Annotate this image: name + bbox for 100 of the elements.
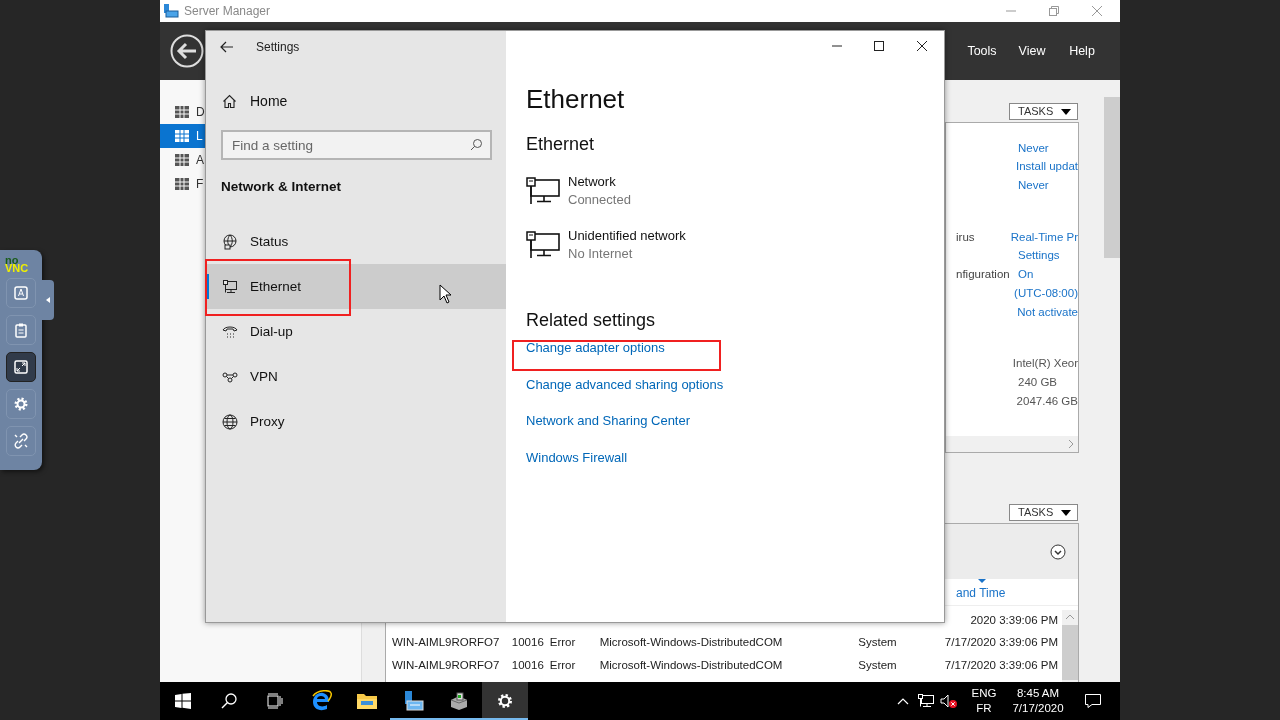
property-label: nfiguration	[956, 268, 1010, 281]
property-link[interactable]: On	[1018, 266, 1034, 284]
nav-item[interactable]: L	[160, 124, 205, 148]
home-link[interactable]: Home	[206, 85, 506, 117]
page-title: Ethernet	[526, 83, 626, 115]
network-item[interactable]: Unidentified network No Internet	[526, 225, 944, 265]
monitor-icon	[526, 177, 560, 205]
link[interactable]: Windows Firewall	[526, 447, 628, 467]
expand-icon[interactable]	[1050, 543, 1066, 560]
server-icon	[163, 3, 179, 19]
property-value: 2047.46 GB	[1016, 393, 1078, 409]
table-cell: Microsoft-Windows-DistributedCOM	[599, 659, 783, 672]
property-value: 240 GB	[1018, 374, 1057, 390]
selection-indicator	[206, 274, 209, 300]
table-cell: WIN-AIML9RORFO7	[392, 636, 500, 649]
tasks-button[interactable]: TASKS	[1009, 504, 1078, 521]
disconnect-icon	[13, 433, 29, 449]
table-cell: WIN-AIML9RORFO7	[392, 659, 500, 672]
table-cell: Error	[549, 659, 576, 672]
menu-item[interactable]: Help	[1057, 37, 1107, 65]
device-icon	[449, 691, 469, 711]
taskbar-button[interactable]	[482, 682, 528, 720]
cursor-icon	[439, 284, 452, 304]
nav-item[interactable]: VPN	[206, 354, 506, 400]
table-cell: 7/17/2020 3:39:06 PM	[944, 659, 1058, 672]
search-icon[interactable]	[470, 138, 483, 151]
server-icon	[402, 690, 424, 712]
home-icon	[222, 93, 237, 109]
volume-muted-icon[interactable]	[940, 693, 958, 709]
nav-item[interactable]: D	[160, 100, 205, 124]
nav-icon	[174, 176, 190, 192]
clock[interactable]: 8:45 AM 7/17/2020	[1002, 686, 1074, 716]
fullscreen-icon	[13, 359, 29, 375]
property-link[interactable]: (UTC-08:00)	[1014, 284, 1078, 303]
search-field[interactable]: Find a setting	[221, 130, 492, 160]
table-cell: Microsoft-Windows-DistributedCOM	[599, 636, 783, 649]
menu-item[interactable]: Tools	[957, 37, 1007, 65]
monitor-icon	[222, 278, 238, 295]
section-heading: Ethernet	[526, 133, 596, 155]
table-cell: 7/17/2020 3:39:06 PM	[944, 636, 1058, 649]
settings-icon	[13, 396, 29, 412]
network-status: No Internet	[568, 245, 634, 263]
table-cell: 2020 3:39:06 PM	[970, 613, 1058, 626]
caret-icon	[1061, 108, 1071, 115]
globe-icon	[222, 233, 238, 250]
link[interactable]: Network and Sharing Center	[526, 411, 691, 431]
nav-item[interactable]: Proxy	[206, 399, 506, 445]
network-name: Network	[568, 173, 617, 191]
chevron-right-icon[interactable]	[1068, 440, 1074, 448]
nav-icon	[174, 128, 190, 144]
caret-icon	[1061, 509, 1071, 516]
property-link[interactable]: Not activate	[1017, 303, 1078, 321]
notification-icon[interactable]	[1084, 693, 1102, 709]
scrollbar[interactable]	[1062, 610, 1078, 682]
caret-icon	[46, 297, 50, 303]
network-name: Unidentified network	[568, 227, 686, 245]
clipboard-icon	[13, 322, 29, 338]
nav-icon	[174, 104, 190, 120]
column-header[interactable]: and Time	[956, 584, 1006, 602]
network-item[interactable]: Network Connected	[526, 171, 944, 211]
property-value: Intel(R) Xeor	[1012, 356, 1078, 372]
globe-icon	[222, 413, 238, 430]
panel-handle[interactable]	[42, 280, 54, 320]
nav-item[interactable]: Ethernet	[206, 264, 506, 310]
scrollbar-thumb[interactable]	[1104, 97, 1120, 258]
property-label: irus	[956, 230, 975, 243]
table-cell: 10016	[511, 636, 544, 649]
search-icon	[221, 693, 237, 709]
keyboard-icon	[13, 285, 29, 301]
section-heading: Network & Internet	[221, 178, 343, 196]
e-logo-icon	[310, 690, 332, 712]
tasks-button[interactable]: TASKS	[1009, 103, 1078, 120]
property-link[interactable]: Settings	[1018, 247, 1060, 265]
nav-icon	[174, 152, 190, 168]
property-link[interactable]: Never	[1018, 177, 1049, 195]
gear-icon	[496, 692, 514, 710]
nav-item[interactable]: F	[160, 172, 205, 196]
back-arrow-icon[interactable]	[220, 41, 234, 53]
windows-logo-icon	[175, 693, 191, 709]
folder-icon	[356, 692, 378, 710]
horizontal-scrollbar[interactable]	[946, 436, 1078, 452]
table-cell: System	[858, 636, 897, 649]
link[interactable]: Change adapter options	[526, 338, 665, 358]
property-link[interactable]: Never	[1018, 139, 1049, 157]
property-link[interactable]: Install updat	[1016, 158, 1078, 176]
task-view-icon	[267, 693, 283, 709]
nav-item[interactable]: A	[160, 148, 205, 172]
language-indicator[interactable]: ENG FR	[966, 686, 1002, 716]
window-title: Server Manager	[184, 3, 271, 20]
scrollbar-thumb[interactable]	[1062, 625, 1078, 680]
table-cell: System	[858, 659, 897, 672]
section-heading: Related settings	[526, 309, 657, 331]
monitor-icon	[526, 231, 560, 259]
back-icon[interactable]	[170, 34, 204, 68]
menu-item[interactable]: View	[1007, 37, 1057, 65]
link[interactable]: Change advanced sharing options	[526, 374, 724, 394]
property-link[interactable]: Real-Time Pr	[1010, 228, 1078, 247]
toolbar-button[interactable]	[6, 352, 36, 382]
network-icon[interactable]	[917, 693, 935, 709]
table-cell: Error	[549, 636, 576, 649]
